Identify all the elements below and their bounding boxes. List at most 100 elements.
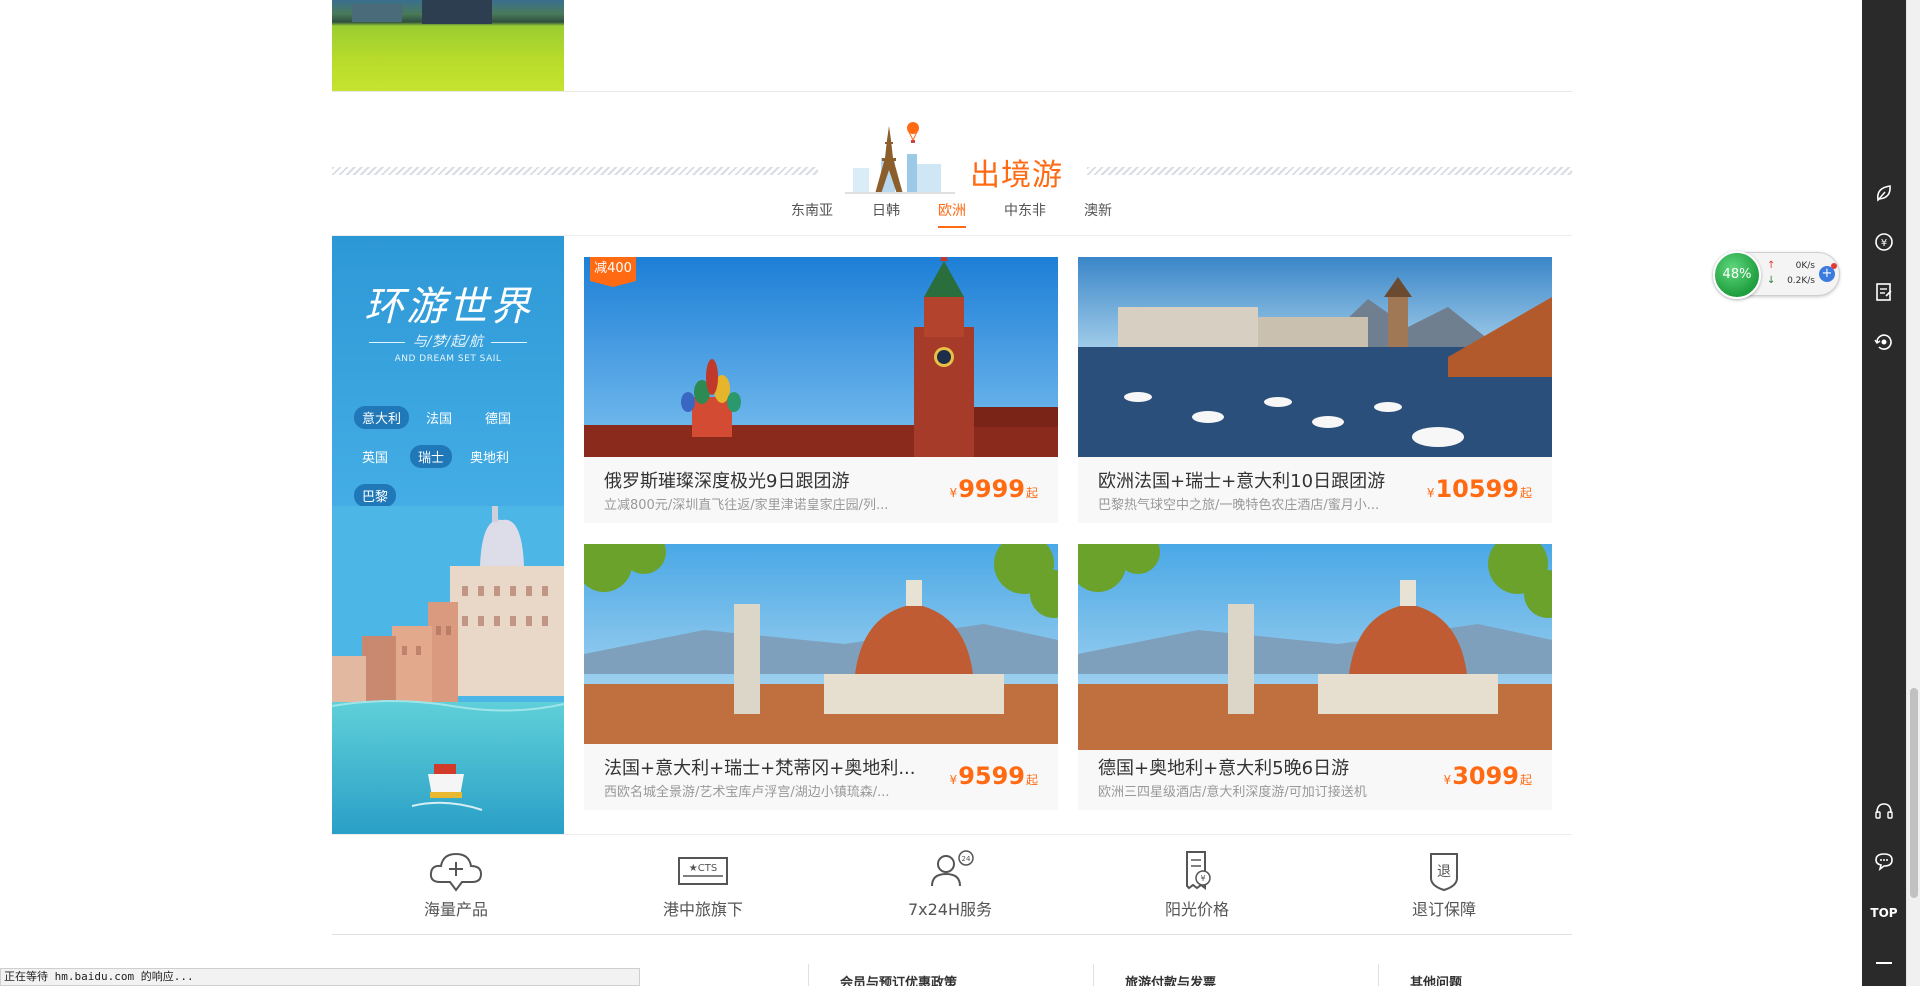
product-price: ¥10599起 <box>1426 475 1532 503</box>
section-divider <box>332 91 1572 92</box>
product-card[interactable]: 法国+意大利+瑞士+梵蒂冈+奥地利... 西欧名城全景游/艺术宝库卢浮宫/湖边小… <box>584 544 1058 810</box>
product-desc: 巴黎热气球空中之旅/一晚特色农庄酒店/蜜月小... <box>1098 498 1380 513</box>
scrollbar-thumb[interactable] <box>1910 688 1918 898</box>
moscow-kremlin-image <box>584 257 1058 457</box>
region-tabs: 东南亚 日韩 欧洲 中东非 澳新 <box>0 200 1920 230</box>
right-toolbar: ¥ TOP <box>1862 0 1906 986</box>
service-label: 港中旅旗下 <box>662 900 743 919</box>
country-tag-paris[interactable]: 巴黎 <box>354 484 397 507</box>
promo-subtitle: 与/梦/起/航 <box>332 331 564 351</box>
footer-link-other-questions[interactable]: 其他问题 <box>1410 972 1462 986</box>
yen-circle-icon: ¥ <box>1875 233 1893 251</box>
headset-icon <box>1875 803 1893 819</box>
building-shape <box>422 0 492 24</box>
chat-bubble-icon <box>1875 853 1893 871</box>
country-tag-italy[interactable]: 意大利 <box>354 406 410 429</box>
venice-scene-image <box>332 506 564 834</box>
product-name[interactable]: 俄罗斯璀璨深度极光9日跟团游 <box>604 467 934 493</box>
toolbar-support-button[interactable] <box>1862 791 1906 831</box>
country-tag-uk[interactable]: 英国 <box>354 445 396 468</box>
service-item: ¥ 阳光价格 <box>1117 848 1277 920</box>
network-speed-widget[interactable]: 48% ↑ 0K/s ↓ 0.2K/s + <box>1713 251 1840 299</box>
cts-card-icon: ★CTS <box>678 857 728 885</box>
service-label: 阳光价格 <box>1164 900 1229 919</box>
florence-duomo-image <box>1078 544 1552 750</box>
product-name[interactable]: 欧洲法国+瑞士+意大利10日跟团游 <box>1098 467 1428 493</box>
country-tag-germany[interactable]: 德国 <box>477 406 519 429</box>
toolbar-chat-button[interactable] <box>1862 841 1906 881</box>
page: 出境游 东南亚 日韩 欧洲 中东非 澳新 环游世界 与/梦/起/航 AND DR… <box>0 0 1920 986</box>
promo-title: 环游世界 <box>364 284 532 330</box>
country-tag-france[interactable]: 法国 <box>418 406 460 429</box>
service-item: ★CTS 港中旅旗下 <box>623 848 783 920</box>
download-speed: 0.2K/s <box>1787 276 1815 286</box>
svg-text:¥: ¥ <box>1200 874 1205 883</box>
svg-text:★CTS: ★CTS <box>689 863 717 874</box>
service-label: 海量产品 <box>423 900 488 919</box>
product-image-florence <box>1078 544 1552 750</box>
toolbar-history-button[interactable] <box>1862 322 1906 362</box>
product-card[interactable]: 减400 俄罗斯璀璨深度极光9日跟团游 立减800元/深圳直飞往返/家里津诺皇家… <box>584 257 1058 523</box>
florence-duomo-image <box>584 544 1058 744</box>
product-card[interactable]: 欧洲法国+瑞士+意大利10日跟团游 巴黎热气球空中之旅/一晚特色农庄酒店/蜜月小… <box>1078 257 1552 523</box>
toolbar-minimize-button[interactable] <box>1862 943 1906 983</box>
svg-text:24: 24 <box>962 855 971 863</box>
service-label: 7x24H服务 <box>907 900 993 919</box>
product-desc: 西欧名城全景游/艺术宝库卢浮宫/湖边小镇琉森/... <box>604 785 890 800</box>
tab-japan-korea[interactable]: 日韩 <box>872 200 900 226</box>
product-desc: 立减800元/深圳直飞往返/家里津诺皇家庄园/列... <box>604 498 889 513</box>
promo-banner[interactable]: 环游世界 与/梦/起/航 AND DREAM SET SAIL 意大利 法国 德… <box>332 236 564 834</box>
receipt-yen-icon: ¥ <box>1186 851 1211 890</box>
toolbar-notes-button[interactable] <box>1862 272 1906 312</box>
services-top-divider <box>332 834 1572 835</box>
product-price: ¥9999起 <box>949 475 1038 503</box>
service-item: 退 退订保障 <box>1364 848 1524 920</box>
footer-link-member-policy[interactable]: 会员与预订优惠政策 <box>840 972 957 986</box>
page-scrollbar[interactable] <box>1906 0 1920 986</box>
memory-percent[interactable]: 48% <box>1713 251 1761 299</box>
user-24h-icon: 24 <box>931 850 974 887</box>
refresh-clock-icon <box>1874 334 1892 350</box>
discount-badge: 减400 <box>590 257 636 287</box>
notepad-icon <box>1876 283 1892 301</box>
top-label: TOP <box>1870 906 1898 920</box>
product-image-lucerne <box>1078 257 1552 457</box>
footer-separator <box>1093 964 1094 986</box>
footer-separator <box>808 964 809 986</box>
tab-southeast-asia[interactable]: 东南亚 <box>791 200 833 226</box>
product-card[interactable]: 德国+奥地利+意大利5晚6日游 欧洲三四星级酒店/意大利深度游/可加订接送机 ¥… <box>1078 544 1552 810</box>
service-item: 海量产品 <box>376 848 536 920</box>
toolbar-favorite-button[interactable] <box>1862 173 1906 213</box>
minus-icon <box>1876 962 1892 964</box>
toolbar-price-button[interactable]: ¥ <box>1862 222 1906 262</box>
svg-text:¥: ¥ <box>1881 238 1887 249</box>
section-title: 出境游 <box>970 158 1063 193</box>
toolbar-top-button[interactable]: TOP <box>1862 893 1906 933</box>
services-bottom-divider <box>332 934 1572 935</box>
browser-status-bar: 正在等待 hm.baidu.com 的响应... <box>0 968 640 986</box>
product-name[interactable]: 德国+奥地利+意大利5晚6日游 <box>1098 754 1428 780</box>
product-desc: 欧洲三四星级酒店/意大利深度游/可加订接送机 <box>1098 785 1367 800</box>
svg-text:退: 退 <box>1437 864 1451 880</box>
tab-australia-nz[interactable]: 澳新 <box>1084 200 1112 226</box>
service-label: 退订保障 <box>1411 900 1476 919</box>
country-tag-switzerland[interactable]: 瑞士 <box>410 445 453 468</box>
eiffel-tower-icon <box>845 122 955 194</box>
country-tag-austria[interactable]: 奥地利 <box>462 445 517 468</box>
upload-speed: 0K/s <box>1795 261 1815 271</box>
decorative-stripe <box>1087 167 1572 175</box>
footer-link-payment-invoice[interactable]: 旅游付款与发票 <box>1125 972 1216 986</box>
building-shape <box>352 4 402 22</box>
service-item: 24 7x24H服务 <box>870 848 1030 920</box>
product-image-moscow <box>584 257 1058 457</box>
tab-middle-east-africa[interactable]: 中东非 <box>1004 200 1046 226</box>
notification-dot <box>1831 263 1837 269</box>
previous-section-image[interactable] <box>332 0 564 91</box>
section-header: 出境游 <box>332 108 1572 198</box>
footer-separator <box>1378 964 1379 986</box>
cloud-plus-icon <box>429 852 483 892</box>
product-name[interactable]: 法国+意大利+瑞士+梵蒂冈+奥地利... <box>604 754 934 780</box>
promo-subtitle-en: AND DREAM SET SAIL <box>394 354 502 364</box>
tab-europe[interactable]: 欧洲 <box>938 200 966 228</box>
refund-shield-icon: 退 <box>1430 853 1458 892</box>
